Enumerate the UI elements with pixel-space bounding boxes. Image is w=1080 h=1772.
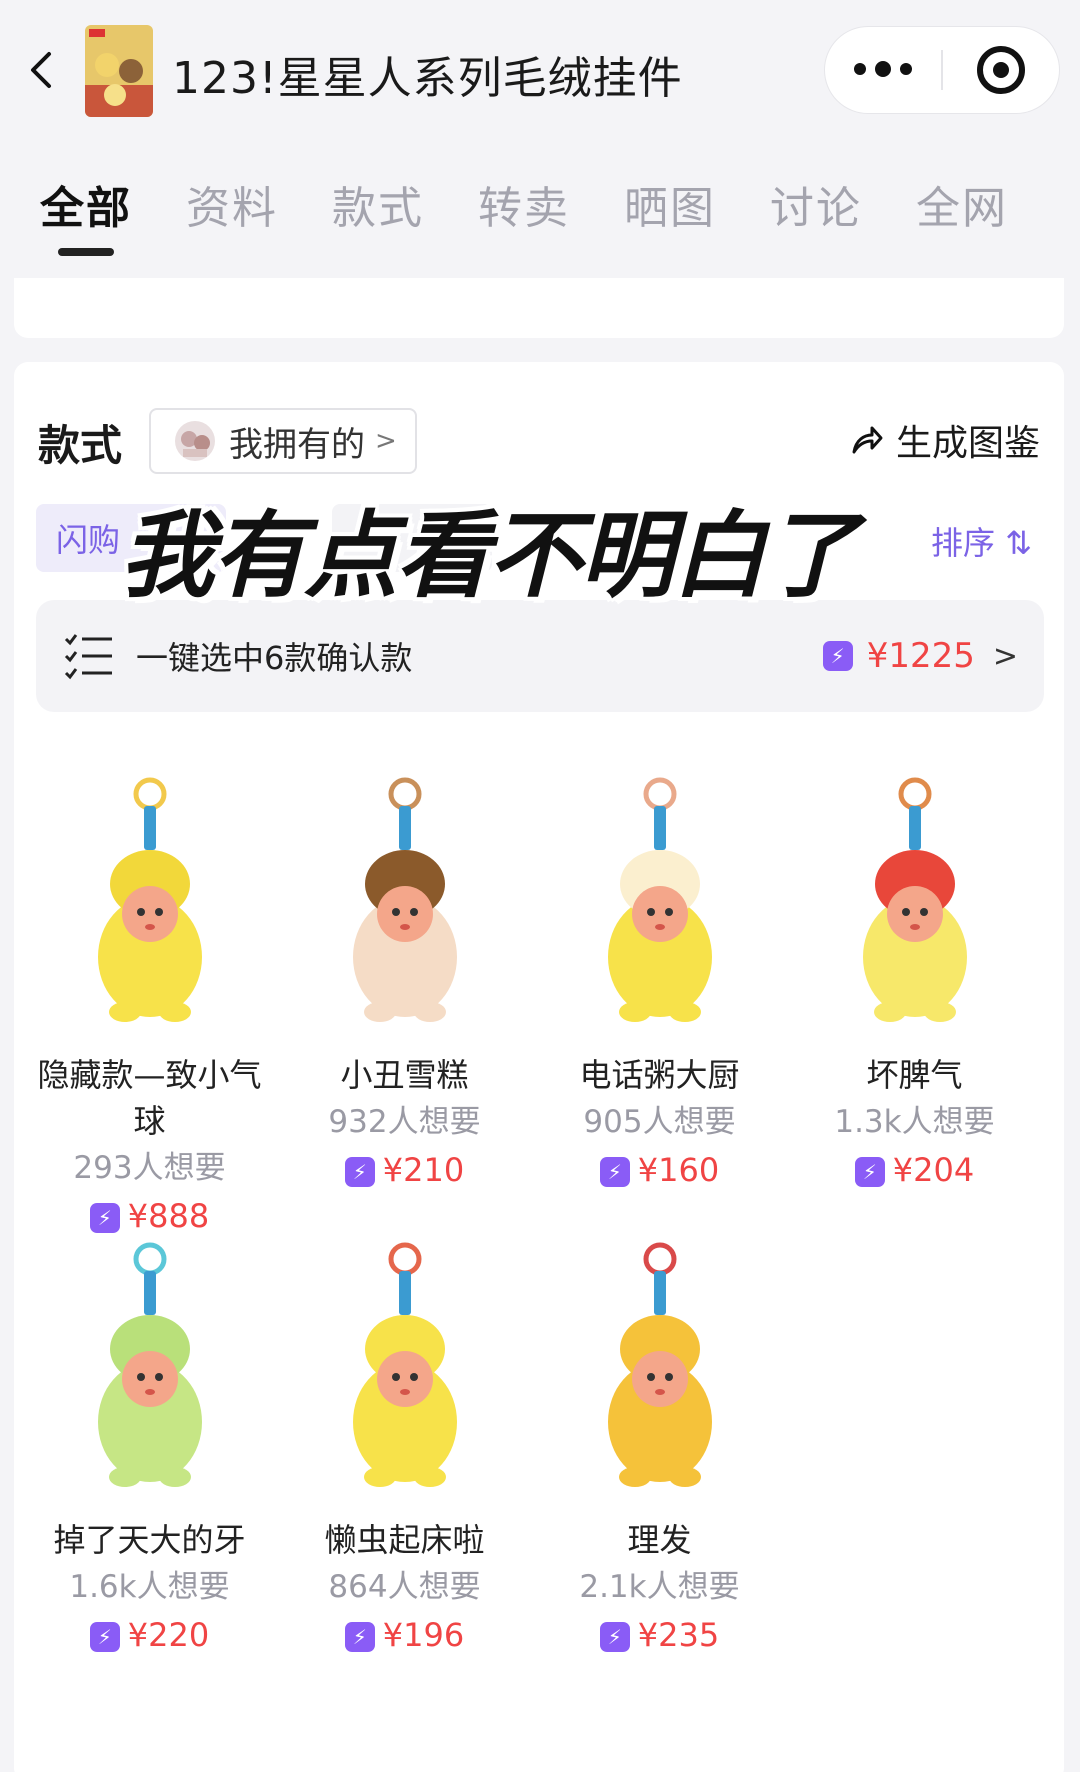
- flash-icon: ⚡: [89, 1203, 120, 1233]
- product-card[interactable]: 掉了天大的牙 1.6k人想要 ⚡ ¥220: [22, 1237, 277, 1659]
- back-button[interactable]: [22, 42, 62, 98]
- tab-label: 晒图: [624, 183, 716, 234]
- checklist-icon: [64, 634, 112, 680]
- owned-label: 我拥有的: [229, 424, 365, 465]
- want-count: 2.1k人想要: [579, 1569, 740, 1605]
- product-card[interactable]: 懒虫起床啦 864人想要 ⚡ ¥196: [277, 1237, 532, 1659]
- tab-label: 转卖: [478, 183, 570, 234]
- chevron-left-icon: [31, 52, 51, 88]
- product-name: 电话粥大厨: [579, 1056, 740, 1094]
- tab-photos[interactable]: 晒图: [624, 130, 770, 270]
- flash-icon: ⚡: [344, 1157, 375, 1187]
- plush-keychain-image: [862, 777, 967, 1022]
- close-program-button[interactable]: [943, 27, 1059, 113]
- product-name: 隐藏款—致小气球: [37, 1056, 262, 1140]
- flash-icon: ⚡: [344, 1622, 375, 1652]
- product-price-row: ⚡ ¥196: [277, 1611, 532, 1659]
- tab-all[interactable]: 全部: [40, 130, 186, 270]
- section-title: 款式: [38, 421, 123, 470]
- flash-icon: ⚡: [599, 1157, 630, 1187]
- tab-label: 全网: [916, 183, 1008, 234]
- more-dots-icon: [854, 61, 912, 77]
- want-count: 932人想要: [328, 1104, 481, 1140]
- want-count: 864人想要: [328, 1569, 481, 1605]
- active-tab-indicator: [58, 248, 114, 256]
- product-price-row: ⚡ ¥220: [22, 1611, 277, 1659]
- product-name: 懒虫起床啦: [324, 1521, 485, 1559]
- plush-keychain-image: [97, 1242, 202, 1487]
- tab-label: 款式: [332, 183, 424, 234]
- plush-keychain-image: [352, 777, 457, 1022]
- want-count: 293人想要: [73, 1150, 226, 1186]
- blank-card: [14, 278, 1064, 338]
- product-name: 小丑雪糕: [340, 1056, 469, 1094]
- want-count: 1.3k人想要: [834, 1104, 995, 1140]
- sort-button[interactable]: 排序 ⇅: [931, 518, 1032, 564]
- product-price: ¥196: [382, 1616, 465, 1654]
- page-title: 123!星星人系列毛绒挂件: [172, 53, 683, 104]
- product-price: ¥888: [127, 1197, 210, 1235]
- product-name: 理发: [627, 1521, 692, 1559]
- product-price-row: ⚡ ¥210: [277, 1146, 532, 1194]
- video-caption-overlay: 我有点看不明白了: [120, 502, 858, 611]
- want-count: 905人想要: [583, 1104, 736, 1140]
- chevron-right-icon: >: [992, 638, 1018, 674]
- more-button[interactable]: [825, 27, 941, 113]
- product-card[interactable]: 理发 2.1k人想要 ⚡ ¥235: [532, 1237, 787, 1659]
- tab-info[interactable]: 资料: [186, 130, 332, 270]
- plush-keychain-image: [97, 777, 202, 1022]
- tab-label: 讨论: [770, 183, 862, 234]
- flash-icon: ⚡: [822, 641, 853, 671]
- chevron-right-icon: >: [375, 426, 397, 456]
- product-card[interactable]: 电话粥大厨 905人想要 ⚡ ¥160: [532, 772, 787, 1194]
- chip-label: 闪购: [56, 521, 121, 559]
- product-price-row: ⚡ ¥888: [22, 1192, 277, 1240]
- tab-resale[interactable]: 转卖: [478, 130, 624, 270]
- product-name: 掉了天大的牙: [53, 1521, 246, 1559]
- plush-keychain-image: [352, 1242, 457, 1487]
- series-thumbnail: [85, 25, 153, 117]
- product-price-row: ⚡ ¥235: [532, 1611, 787, 1659]
- tab-whole-web[interactable]: 全网: [916, 130, 1062, 270]
- mini-program-capsule: [824, 26, 1060, 114]
- tab-styles[interactable]: 款式: [332, 130, 478, 270]
- product-price-row: ⚡ ¥160: [532, 1146, 787, 1194]
- tab-label: 全部: [40, 183, 132, 234]
- product-card[interactable]: 小丑雪糕 932人想要 ⚡ ¥210: [277, 772, 532, 1194]
- tab-label: 资料: [186, 183, 278, 234]
- product-price-row: ⚡ ¥204: [787, 1146, 1042, 1194]
- product-price: ¥220: [127, 1616, 210, 1654]
- flash-icon: ⚡: [599, 1622, 630, 1652]
- total-price: ¥1225: [866, 636, 975, 676]
- product-price: ¥210: [382, 1151, 465, 1189]
- product-card[interactable]: 坏脾气 1.3k人想要 ⚡ ¥204: [787, 772, 1042, 1194]
- tab-bar: 全部 资料 款式 转卖 晒图 讨论 全网: [0, 130, 1080, 270]
- product-price: ¥204: [892, 1151, 975, 1189]
- target-icon: [977, 46, 1025, 94]
- sort-label: 排序: [931, 524, 996, 562]
- nav-bar: 123!星星人系列毛绒挂件: [0, 0, 1080, 130]
- product-price: ¥235: [637, 1616, 720, 1654]
- generate-guide-button[interactable]: 生成图鉴: [848, 414, 1040, 466]
- owned-filter-button[interactable]: 我拥有的 >: [149, 408, 417, 474]
- share-arrow-icon: [852, 426, 883, 454]
- product-price: ¥160: [637, 1151, 720, 1189]
- tab-discussion[interactable]: 讨论: [770, 130, 916, 270]
- product-name: 坏脾气: [866, 1056, 963, 1094]
- flash-icon: ⚡: [89, 1622, 120, 1652]
- plush-keychain-image: [607, 777, 712, 1022]
- generate-label: 生成图鉴: [895, 423, 1040, 464]
- select-confirmed-row[interactable]: 一键选中6款确认款 ⚡ ¥1225 >: [36, 600, 1044, 712]
- want-count: 1.6k人想要: [69, 1569, 230, 1605]
- plush-keychain-image: [607, 1242, 712, 1487]
- avatar: [175, 421, 215, 461]
- flash-icon: ⚡: [854, 1157, 885, 1187]
- product-card[interactable]: 隐藏款—致小气球 293人想要 ⚡ ¥888: [22, 772, 277, 1240]
- select-confirmed-label: 一键选中6款确认款: [136, 639, 413, 677]
